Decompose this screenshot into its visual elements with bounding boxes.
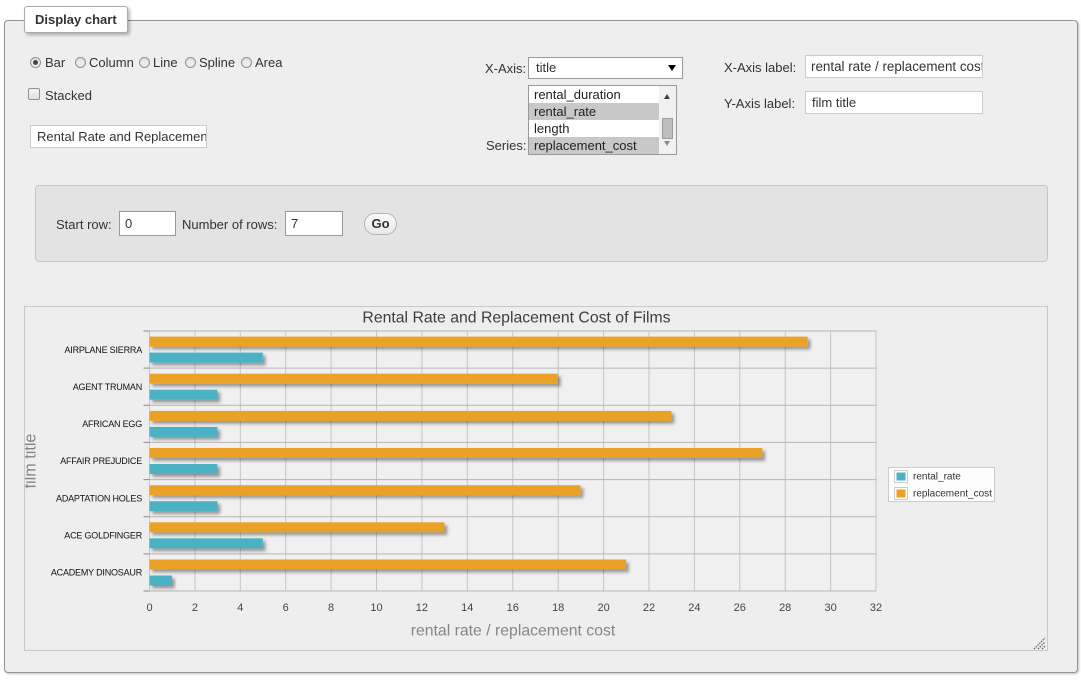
svg-text:ADAPTATION HOLES: ADAPTATION HOLES xyxy=(56,493,142,503)
svg-text:8: 8 xyxy=(328,602,334,614)
svg-text:10: 10 xyxy=(370,602,382,614)
svg-text:rental rate / replacement cost: rental rate / replacement cost xyxy=(411,623,616,640)
svg-text:AGENT TRUMAN: AGENT TRUMAN xyxy=(73,382,142,392)
svg-text:replacement_cost: replacement_cost xyxy=(913,489,992,500)
svg-text:28: 28 xyxy=(779,602,791,614)
svg-text:22: 22 xyxy=(643,602,655,614)
svg-text:32: 32 xyxy=(870,602,882,614)
svg-text:ACADEMY DINOSAUR: ACADEMY DINOSAUR xyxy=(51,568,143,578)
svg-text:12: 12 xyxy=(416,602,428,614)
svg-text:24: 24 xyxy=(688,602,700,614)
svg-text:0: 0 xyxy=(146,602,152,614)
svg-text:14: 14 xyxy=(461,602,473,614)
svg-text:6: 6 xyxy=(283,602,289,614)
svg-text:ACE GOLDFINGER: ACE GOLDFINGER xyxy=(64,531,142,541)
svg-text:2: 2 xyxy=(192,602,198,614)
svg-text:4: 4 xyxy=(237,602,243,614)
svg-text:Rental Rate and Replacement Co: Rental Rate and Replacement Cost of Film… xyxy=(362,310,670,327)
svg-text:AIRPLANE SIERRA: AIRPLANE SIERRA xyxy=(64,345,142,355)
svg-text:30: 30 xyxy=(824,602,836,614)
svg-text:26: 26 xyxy=(734,602,746,614)
svg-text:AFRICAN EGG: AFRICAN EGG xyxy=(82,419,142,429)
svg-text:20: 20 xyxy=(597,602,609,614)
svg-text:18: 18 xyxy=(552,602,564,614)
svg-text:AFFAIR PREJUDICE: AFFAIR PREJUDICE xyxy=(60,456,142,466)
svg-text:16: 16 xyxy=(507,602,519,614)
svg-text:film title: film title xyxy=(25,434,40,489)
svg-text:rental_rate: rental_rate xyxy=(913,472,961,483)
